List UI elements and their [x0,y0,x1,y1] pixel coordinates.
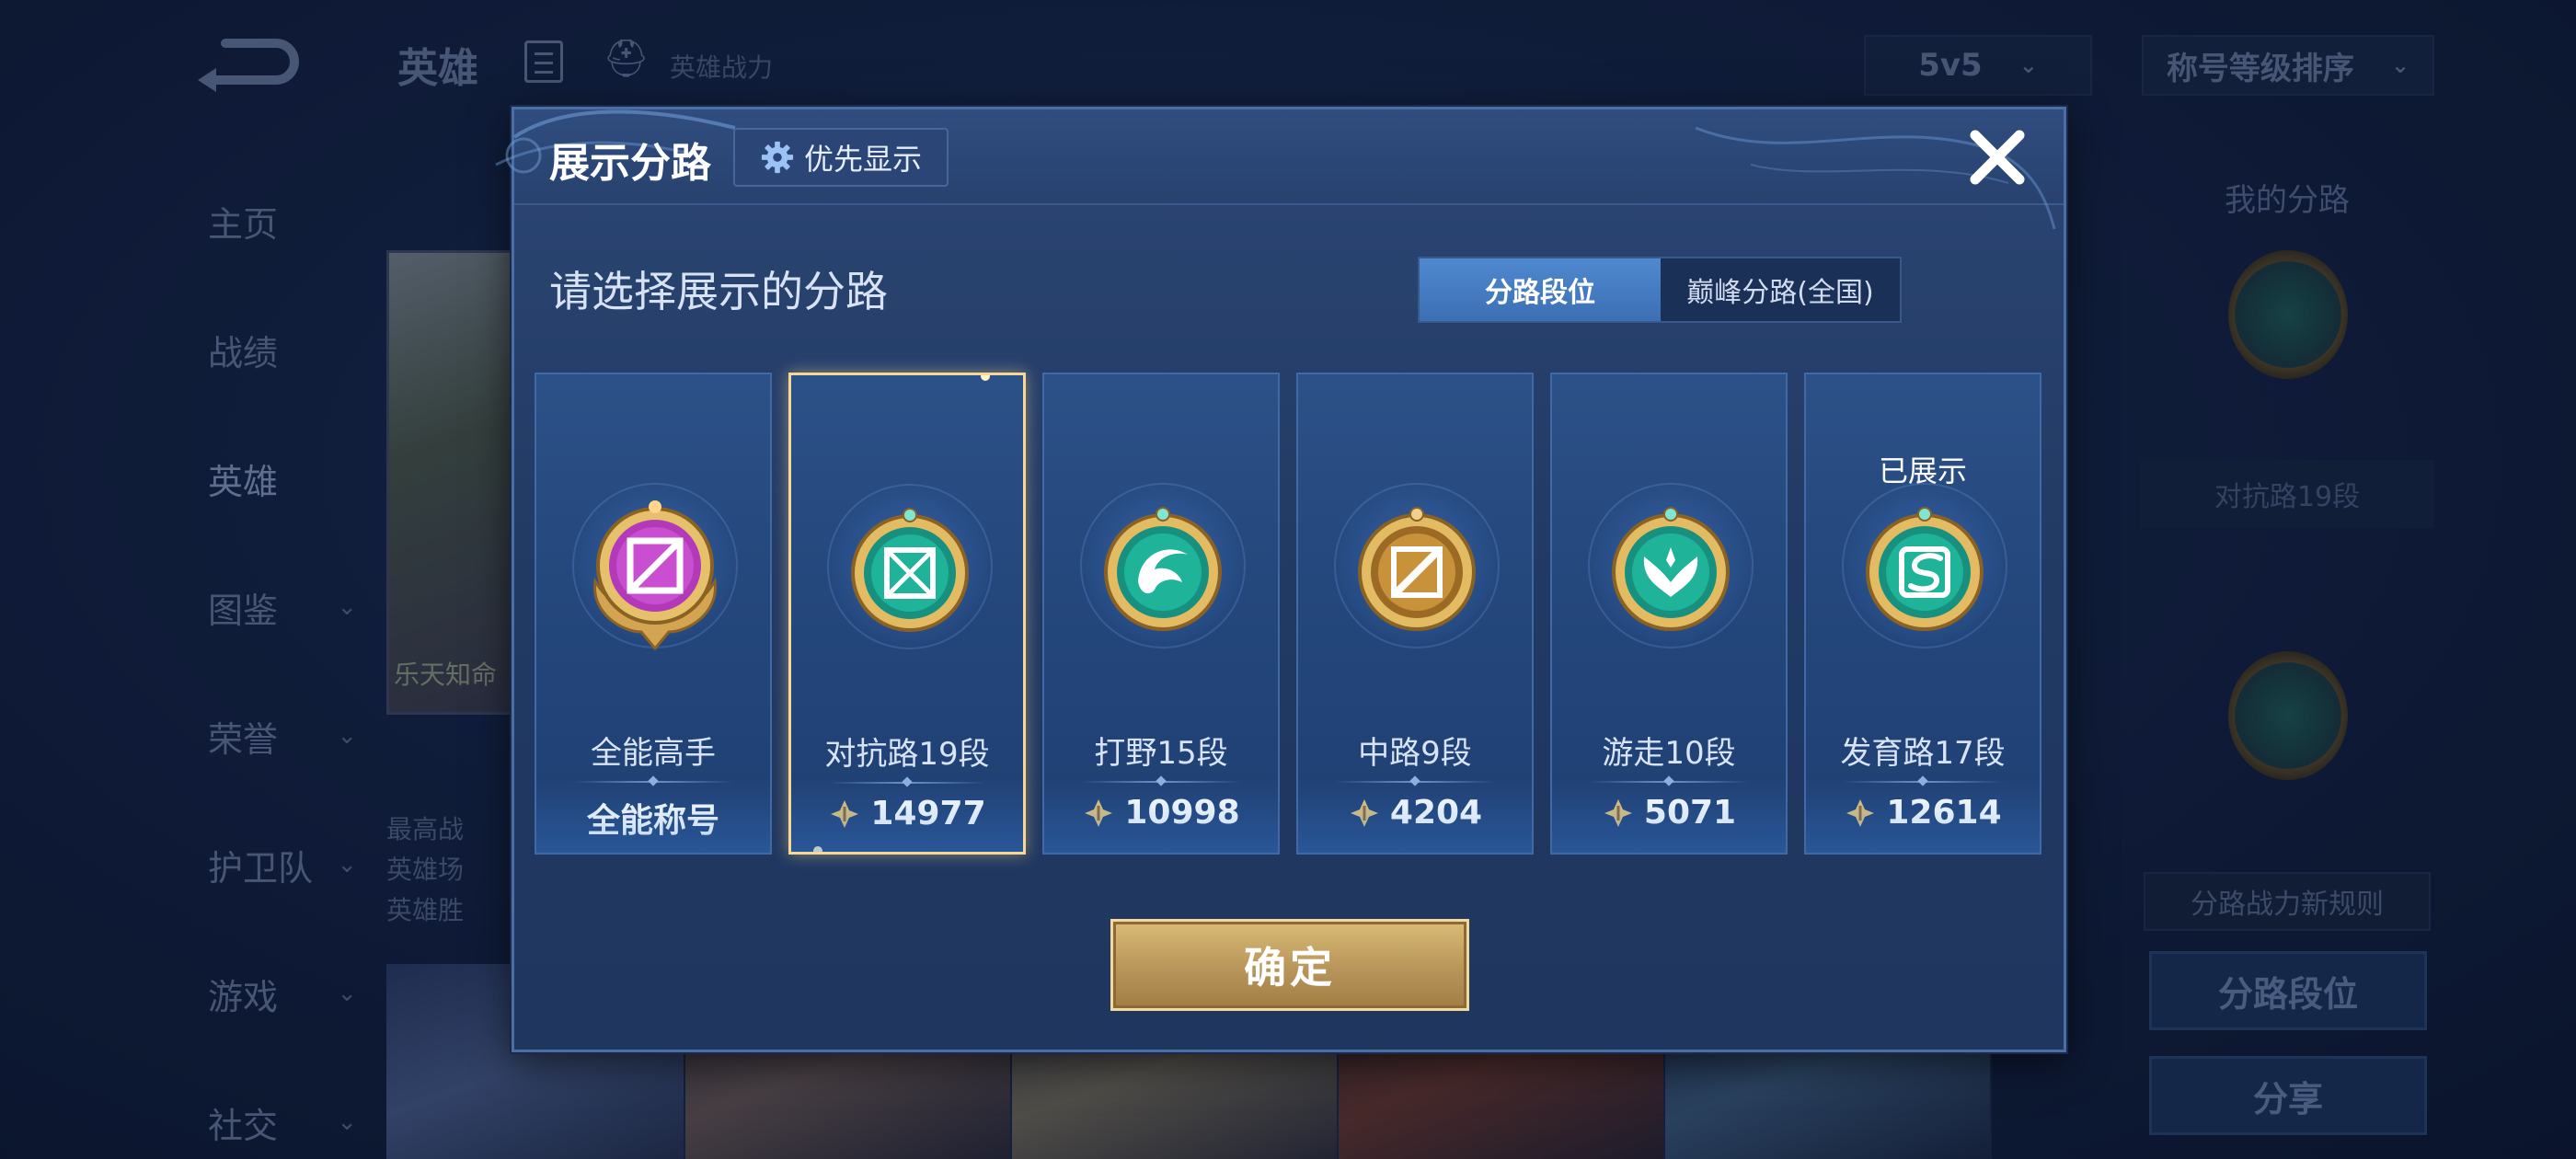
divider [1335,781,1495,783]
lane-power-value: 10998 [1124,794,1240,832]
lane-value-row: 14977 [791,795,1023,832]
lane-name: 游走10段 [1602,735,1736,772]
power-icon [831,799,859,828]
power-icon [1604,798,1632,827]
lane-name: 打野15段 [1094,735,1228,772]
lane-name: 对抗路19段 [824,736,990,773]
lane-name: 全能高手 [591,735,716,772]
selection-corner-dot [813,846,822,852]
priority-display-label: 优先显示 [803,142,922,177]
tab-peak-lane[interactable]: 巅峰分路(全国) [1661,258,1900,321]
select-lane-prompt: 请选择展示的分路 [549,267,888,316]
lane-power-value: 4204 [1389,794,1483,832]
divider [828,782,986,784]
lane-card-list: 全能高手 全能称号 对抗路19段 14977 打野15段 10998 中路9段 … [535,373,2041,855]
display-lane-dialog: 展示分路 优先显示 请选择展示的分路 分路段位 巅峰分路(全国) 全能高手 全能… [495,107,2066,1052]
tab-lane-rank[interactable]: 分路段位 [1420,258,1661,321]
divider [1081,781,1241,783]
lane-value-row: 10998 [1044,794,1278,832]
top-lane-badge-icon [851,508,969,632]
power-icon [1350,798,1378,827]
selection-corner-dot [981,375,990,381]
power-icon [1085,798,1113,827]
lane-value-row: 5071 [1552,794,1786,832]
roam-lane-badge-icon [1612,507,1730,631]
mid-lane-badge-icon [1358,507,1476,631]
divider [573,781,733,783]
dialog-header: 展示分路 优先显示 [495,109,2064,230]
lane-tab-switch: 分路段位 巅峰分路(全国) [1418,257,1902,323]
lane-card-mid[interactable]: 中路9段 4204 [1296,373,1534,855]
lane-card-top[interactable]: 对抗路19段 14977 [788,373,1026,855]
lane-power-value: 5071 [1643,794,1737,832]
lane-value-row: 4204 [1298,794,1532,832]
dialog-title: 展示分路 [549,140,711,187]
jungle-lane-badge-icon [1104,507,1222,631]
close-icon[interactable] [1962,122,2032,192]
divider [1843,781,2003,783]
power-icon [1846,798,1875,827]
lane-card-farm[interactable]: 已展示 发育路17段 12614 [1804,373,2041,855]
lane-value-row: 全能称号 [536,794,770,842]
allround-badge-icon [593,500,717,650]
lane-card-roam[interactable]: 游走10段 5071 [1550,373,1788,855]
lane-name: 中路9段 [1358,735,1472,772]
lane-value-row: 12614 [1806,794,2040,832]
farm-lane-badge-icon [1866,507,1984,631]
gear-icon [761,141,794,174]
lane-power-value: 14977 [870,795,986,832]
lane-card-jungle[interactable]: 打野15段 10998 [1042,373,1280,855]
divider [1589,781,1749,783]
lane-card-allround[interactable]: 全能高手 全能称号 [535,373,772,855]
priority-display-button[interactable]: 优先显示 [733,128,949,187]
lane-power-value: 12614 [1886,794,2002,832]
confirm-button[interactable]: 确定 [1110,919,1469,1011]
lane-name: 发育路17段 [1840,735,2006,772]
lane-value: 全能称号 [586,802,719,840]
